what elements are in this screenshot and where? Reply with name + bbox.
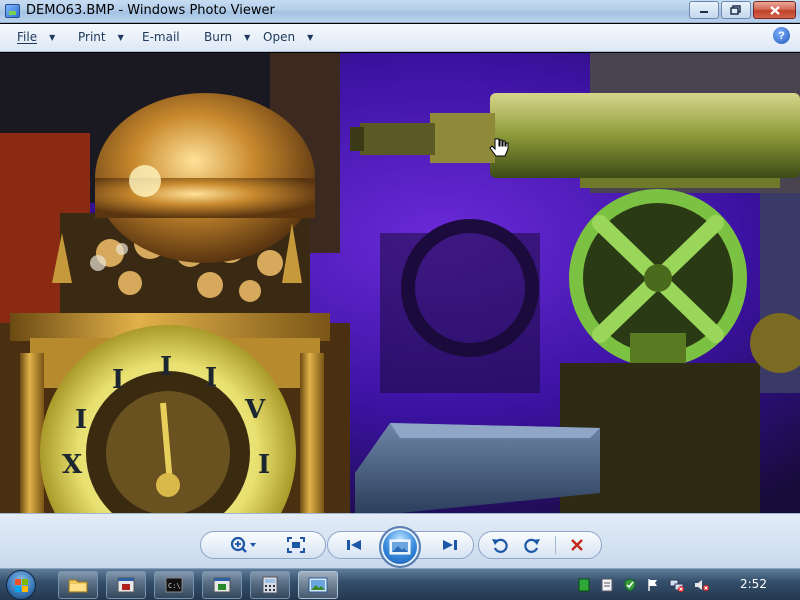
photo-viewer-window: DEMO63.BMP - Windows Photo Viewer File ▼ … [0,0,800,568]
restore-icon [730,5,741,15]
magnifier-zoom-icon [230,536,256,553]
rotate-clockwise-icon [524,538,540,553]
svg-text:X: X [62,450,83,480]
command-prompt-icon: C:\ [165,577,183,593]
displayed-image: I I I I V X I [0,53,800,513]
menu-email[interactable]: E-mail [142,30,180,44]
menu-open[interactable]: Open ▼ [263,30,313,44]
svg-text:I: I [160,352,172,382]
next-button[interactable] [432,532,468,558]
svg-text:I: I [112,365,124,395]
svg-text:I: I [205,363,217,393]
zoom-pill [200,531,326,559]
rotate-counterclockwise-icon [492,538,508,553]
viewer-controls [0,513,800,568]
delete-button[interactable] [561,532,593,558]
app-window-icon [213,577,231,593]
window-title: DEMO63.BMP - Windows Photo Viewer [26,3,275,18]
help-button[interactable]: ? [773,27,790,44]
photo-viewer-icon [308,577,328,593]
taskbar: C:\ 2:52 [0,568,800,600]
taskbar-windows-explorer[interactable] [58,571,98,599]
tray-document-icon[interactable] [600,577,614,592]
photo-display[interactable]: I I I I V X I [0,53,800,513]
chevron-down-icon: ▼ [49,33,56,42]
taskbar-clock[interactable]: 2:52 [740,577,767,591]
previous-icon [347,540,361,550]
app-window-icon [117,577,135,593]
taskbar-command-prompt[interactable]: C:\ [154,571,194,599]
menu-print[interactable]: Print ▼ [78,30,124,44]
rotate-counterclockwise-button[interactable] [485,532,515,558]
divider [555,536,556,554]
maximize-button[interactable] [721,1,751,19]
slideshow-icon [389,539,411,555]
tray-action-center-flag-icon[interactable] [646,577,660,591]
menu-burn-label: Burn [204,30,233,44]
taskbar-app-window[interactable] [106,571,146,599]
svg-text:V: V [244,395,266,425]
windows-logo-icon [15,579,28,592]
close-button[interactable] [753,1,796,19]
tray-network-disconnected-icon[interactable] [669,577,684,592]
taskbar-app-window-green[interactable] [202,571,242,599]
previous-button[interactable] [336,532,372,558]
chevron-down-icon: ▼ [307,33,314,42]
chevron-down-icon: ▼ [244,33,251,42]
delete-icon [571,539,583,551]
rotate-clockwise-button[interactable] [517,532,547,558]
menu-file-label: File [17,30,38,44]
menu-open-label: Open [263,30,296,44]
edit-pill [478,531,602,559]
start-button[interactable] [6,570,36,600]
tray-green-status-icon[interactable] [577,577,591,592]
menu-email-label: E-mail [142,30,180,44]
tray-volume-muted-icon[interactable] [694,577,709,591]
taskbar-calculator[interactable] [250,571,290,599]
close-icon [769,5,780,15]
svg-text:C:\: C:\ [168,582,181,590]
menu-bar: File ▼ Print ▼ E-mail Burn ▼ Open ▼ ? [0,24,800,52]
help-icon: ? [778,29,785,42]
slideshow-button[interactable] [379,526,421,568]
next-icon [443,540,457,550]
minimize-icon [700,11,708,13]
folder-icon [68,579,88,593]
menu-burn[interactable]: Burn ▼ [204,30,250,44]
svg-text:I: I [75,405,87,435]
photo-viewer-app-icon[interactable] [5,4,20,18]
calculator-icon [262,576,278,594]
title-bar[interactable]: DEMO63.BMP - Windows Photo Viewer [0,0,800,23]
fit-to-window-icon [287,537,305,553]
actual-size-button[interactable] [279,532,313,558]
menu-file[interactable]: File ▼ [17,30,55,44]
tray-security-icon[interactable] [623,577,637,592]
taskbar-photo-viewer[interactable] [298,571,338,599]
menu-print-label: Print [78,30,106,44]
minimize-button[interactable] [689,1,719,19]
zoom-button[interactable] [223,532,263,558]
svg-text:I: I [258,450,270,480]
chevron-down-icon: ▼ [117,33,124,42]
